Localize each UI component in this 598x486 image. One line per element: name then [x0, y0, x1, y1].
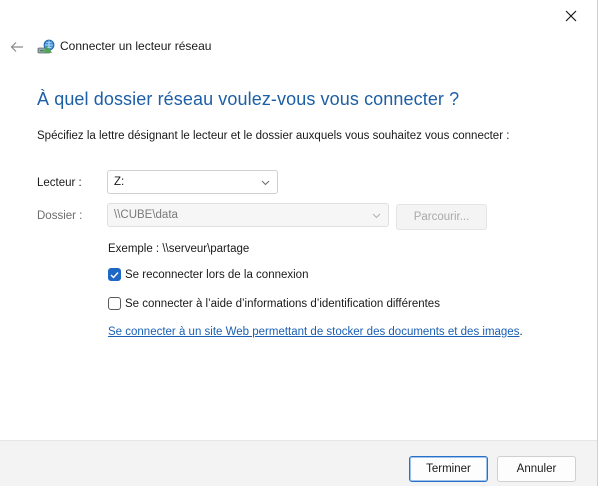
chevron-down-icon [261, 180, 270, 186]
other-credentials-checkbox-row[interactable]: Se connecter à l’aide d’informations d’i… [108, 297, 440, 310]
folder-label: Dossier : [37, 210, 83, 222]
finish-button[interactable]: Terminer [409, 456, 488, 482]
cancel-button[interactable]: Annuler [497, 456, 576, 482]
network-drive-icon [37, 39, 55, 54]
web-storage-link[interactable]: Se connecter à un site Web permettant de… [108, 326, 519, 338]
drive-label: Lecteur : [37, 177, 82, 189]
browse-button[interactable]: Parcourir... [396, 204, 487, 230]
back-arrow-icon [10, 42, 23, 52]
page-title: À quel dossier réseau voulez-vous vous c… [37, 89, 460, 109]
close-button[interactable] [556, 4, 586, 28]
reconnect-checkbox-row[interactable]: Se reconnecter lors de la connexion [108, 268, 308, 281]
back-button[interactable] [6, 36, 28, 58]
drive-letter-value: Z: [114, 176, 125, 188]
reconnect-checkbox[interactable] [108, 268, 121, 281]
window-title: Connecter un lecteur réseau [60, 39, 212, 53]
folder-combobox[interactable]: \\CUBE\data [107, 203, 389, 227]
instruction-text: Spécifiez la lettre désignant le lecteur… [37, 130, 510, 142]
drive-letter-select[interactable]: Z: [107, 170, 278, 194]
dialog-window: Connecter un lecteur réseau À quel dossi… [0, 0, 598, 486]
other-credentials-label: Se connecter à l’aide d’informations d’i… [125, 297, 440, 310]
folder-path-value: \\CUBE\data [114, 209, 178, 221]
checkmark-icon [110, 271, 119, 279]
dialog-header: Connecter un lecteur réseau [0, 36, 597, 58]
reconnect-label: Se reconnecter lors de la connexion [125, 268, 309, 281]
example-text: Exemple : \\serveur\partage [108, 243, 250, 255]
other-credentials-checkbox[interactable] [108, 297, 121, 310]
close-icon [565, 10, 577, 22]
dialog-footer: Terminer Annuler [0, 440, 597, 486]
web-storage-link-row: Se connecter à un site Web permettant de… [108, 326, 523, 338]
link-suffix: . [519, 326, 523, 338]
chevron-down-icon [372, 213, 381, 219]
